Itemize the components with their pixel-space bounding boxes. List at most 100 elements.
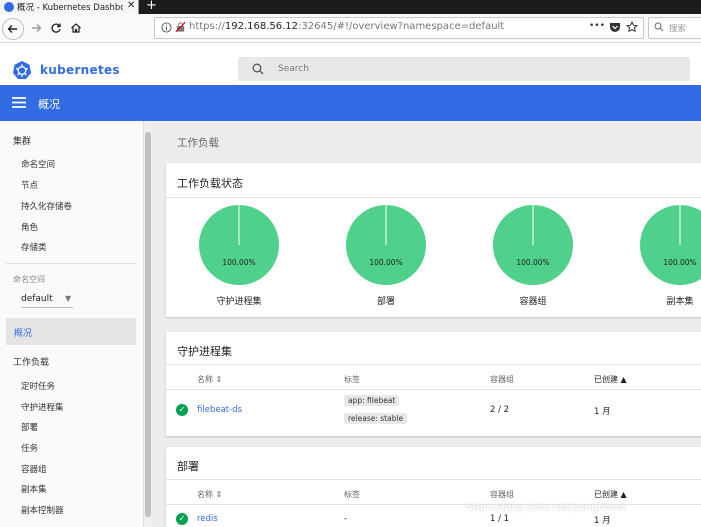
back-button[interactable] <box>2 18 24 40</box>
sidebar-item-overview-label: 概况 <box>14 329 33 339</box>
app-header: kubernetes Search <box>0 54 701 85</box>
app-search-placeholder: Search <box>278 64 309 74</box>
sidebar-scrollbar-thumb[interactable] <box>145 132 151 517</box>
deployment-created: 1 月 <box>594 516 611 526</box>
column-created[interactable]: 已创建 ▲ <box>594 489 627 500</box>
column-name-label: 名称 <box>197 375 213 384</box>
new-tab-button[interactable]: + <box>146 0 157 13</box>
pie-chart-svg <box>640 205 701 285</box>
deployments-title: 部署 <box>177 460 199 473</box>
card-divider <box>166 479 701 480</box>
pocket-icon[interactable] <box>609 22 621 33</box>
section-title-workloads: 工作负载 <box>177 137 219 149</box>
sidebar-item-persistent-volumes[interactable]: 持久化存储卷 <box>21 200 72 212</box>
label-chip: app: filebeat <box>344 395 400 406</box>
column-labels: 标签 <box>344 375 360 384</box>
search-icon <box>252 63 264 75</box>
page-actions-icon[interactable]: ••• <box>589 21 605 31</box>
daemonset-name-link[interactable]: filebeat-ds <box>197 405 242 415</box>
status-pie-chart: 100.00% <box>639 204 701 286</box>
sidebar-item-storage-classes[interactable]: 存储类 <box>21 241 47 253</box>
sidebar-item-overview[interactable]: 概况 <box>6 318 136 345</box>
sort-ascending-icon: ▲ <box>620 490 627 499</box>
info-icon[interactable] <box>161 22 172 33</box>
pie-chart-name[interactable]: 部署 <box>326 294 446 307</box>
home-icon <box>71 23 81 33</box>
status-pie-chart: 100.00% <box>345 204 427 286</box>
sidebar-item-namespaces[interactable]: 命名空间 <box>21 158 55 170</box>
menu-icon[interactable] <box>12 97 26 108</box>
url-host: 192.168.56.12 <box>224 21 299 32</box>
insecure-lock-icon[interactable] <box>175 21 186 33</box>
sort-ascending-icon: ▲ <box>620 375 627 384</box>
pie-percent-label: 100.00% <box>516 258 550 267</box>
deployments-card: 部署 名称 ⇕ 标签 容器组 已创建 ▲ ✓ redis - 1 / 1 1 月 <box>166 447 701 527</box>
column-name[interactable]: 名称 ⇕ <box>197 489 222 500</box>
sidebar-item-roles[interactable]: 角色 <box>21 221 38 233</box>
column-name[interactable]: 名称 ⇕ <box>197 374 222 385</box>
pie-chart-name[interactable]: 守护进程集 <box>179 294 299 307</box>
pie-chart-name[interactable]: 副本集 <box>620 294 701 307</box>
tab-title: 概况 - Kubernetes Dashboard <box>17 3 123 13</box>
sidebar-item-replicasets[interactable]: 副本集 <box>21 483 47 495</box>
forward-button[interactable] <box>26 18 46 38</box>
pie-chart-svg <box>493 205 573 285</box>
bookmark-star-icon[interactable] <box>626 21 638 33</box>
check-circle-icon: ✓ <box>176 513 188 525</box>
table-row[interactable]: ✓ filebeat-ds app: filebeat release: sta… <box>166 390 701 432</box>
check-circle-icon: ✓ <box>176 404 188 416</box>
sidebar-heading-workloads[interactable]: 工作负载 <box>13 355 49 368</box>
browser-search-placeholder: 搜索 <box>669 24 687 34</box>
browser-tab[interactable]: 概况 - Kubernetes Dashboard ✕ <box>0 0 139 14</box>
pie-chart-svg <box>346 205 426 285</box>
browser-tab-bar: 概况 - Kubernetes Dashboard ✕ + <box>0 0 701 14</box>
address-bar[interactable]: https://192.168.56.12:32645/#!/overview?… <box>154 17 644 39</box>
card-divider <box>166 197 701 198</box>
namespace-select[interactable]: default ▼ <box>21 293 73 308</box>
url-text[interactable]: https://192.168.56.12:32645/#!/overview?… <box>189 21 504 32</box>
column-name-label: 名称 <box>197 490 213 499</box>
pie-percent-label: 100.00% <box>369 258 403 267</box>
column-pods: 容器组 <box>490 375 514 384</box>
brand-name[interactable]: kubernetes <box>40 63 120 77</box>
pie-chart-name[interactable]: 容器组 <box>473 294 593 307</box>
daemonset-created: 1 月 <box>594 407 611 417</box>
sidebar-item-cronjobs[interactable]: 定时任务 <box>21 380 55 392</box>
sidebar-item-daemonsets[interactable]: 守护进程集 <box>21 401 64 413</box>
kubernetes-favicon-icon <box>4 2 14 12</box>
sort-icon: ⇕ <box>215 375 223 384</box>
sidebar-item-deployments[interactable]: 部署 <box>21 421 38 433</box>
column-created-label: 已创建 <box>594 490 618 499</box>
main-content: 工作负载 工作负载状态 100.00% 守护进程集 100.00% 部署 100.00%… <box>153 121 701 527</box>
namespace-label: 命名空间 <box>13 275 45 284</box>
watermark-text: https://blog.csdn.net/yangbosos <box>466 502 627 513</box>
status-pie-chart: 100.00% <box>198 204 280 286</box>
column-created-label: 已创建 <box>594 375 618 384</box>
column-created[interactable]: 已创建 ▲ <box>594 374 627 385</box>
sidebar-item-jobs[interactable]: 任务 <box>21 442 38 454</box>
deployment-pods: 1 / 1 <box>490 514 510 524</box>
pie-slice <box>640 205 701 285</box>
sidebar-item-replication-controllers[interactable]: 副本控制器 <box>21 504 64 516</box>
page-title: 概况 <box>38 98 60 111</box>
tab-close-icon[interactable]: ✕ <box>127 0 135 11</box>
sidebar-heading-cluster[interactable]: 集群 <box>13 134 31 147</box>
sidebar-item-pods[interactable]: 容器组 <box>21 463 47 475</box>
pie-percent-label: 100.00% <box>663 258 697 267</box>
kubernetes-logo-icon[interactable] <box>12 60 32 80</box>
app-search-input[interactable]: Search <box>238 57 690 81</box>
deployment-name-link[interactable]: redis <box>197 514 218 524</box>
deployment-labels: - <box>344 514 348 524</box>
reload-button[interactable] <box>46 18 66 38</box>
url-protocol: https:// <box>189 21 225 32</box>
url-path: :32645/#!/overview?namespace=default <box>298 21 505 32</box>
home-button[interactable] <box>66 18 86 38</box>
browser-search-input[interactable]: 搜索 <box>648 17 701 39</box>
column-labels: 标签 <box>344 490 360 499</box>
search-icon <box>654 22 664 32</box>
label-chip: release: stable <box>344 413 408 424</box>
daemonset-pods: 2 / 2 <box>490 405 510 415</box>
pie-chart-svg <box>199 205 279 285</box>
sidebar-item-nodes[interactable]: 节点 <box>21 179 38 191</box>
arrow-left-icon <box>7 25 17 33</box>
